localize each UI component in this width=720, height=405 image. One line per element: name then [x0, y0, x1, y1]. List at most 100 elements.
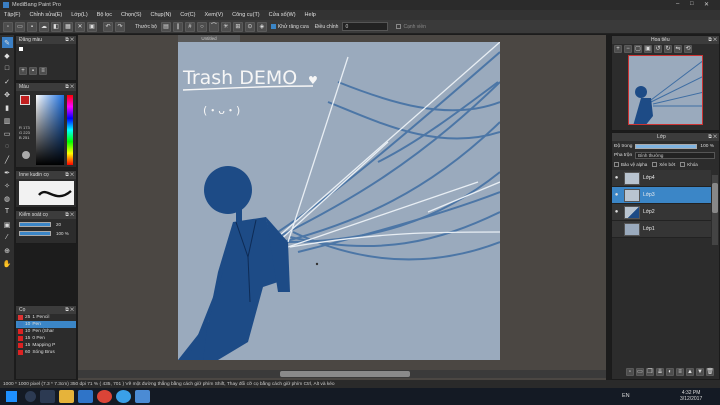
text-tool-icon[interactable]: T [2, 206, 13, 217]
cloud-icon[interactable]: ☁ [39, 21, 49, 32]
menu-tools[interactable]: Công cụ(T) [232, 12, 260, 18]
layer-row-selected[interactable]: ● Lớp3 [612, 187, 711, 205]
brush-item[interactable]: 60 Sóng Brus [16, 349, 76, 356]
ruler-sync-icon[interactable]: ◈ [256, 21, 267, 32]
eraser-tool-icon[interactable]: ◆ [2, 50, 13, 61]
flip-icon[interactable]: ⇋ [674, 45, 682, 53]
ruler-icon[interactable]: ▤ [160, 21, 171, 32]
ruler-radial-icon[interactable]: ✳ [220, 21, 231, 32]
transform-icon[interactable]: ▣ [87, 21, 97, 32]
ruler-grid-icon[interactable]: # [184, 21, 195, 32]
rotate-right-icon[interactable]: ↻ [664, 45, 672, 53]
layer-row[interactable]: ● Lớp4 [612, 170, 711, 188]
new-file-icon[interactable]: ▫ [3, 21, 13, 32]
rotate-left-icon[interactable]: ↺ [654, 45, 662, 53]
brush-list-icon[interactable]: ≡ [39, 67, 47, 75]
merge-layer-icon[interactable]: ⇊ [656, 368, 664, 376]
rect-select-icon[interactable]: □ [2, 63, 13, 74]
blur-tool-icon[interactable]: ◍ [2, 193, 13, 204]
actual-size-icon[interactable]: ▣ [644, 45, 652, 53]
mask-icon[interactable]: ◐ [666, 368, 674, 376]
clipping-checkbox[interactable]: Xén bớt [652, 162, 675, 168]
add-folder-icon[interactable]: ▭ [636, 368, 644, 376]
stabilizer-select[interactable]: 0 [342, 22, 389, 31]
pen-tool-icon[interactable]: ✒ [2, 167, 13, 178]
brush-item[interactable]: 15 0 Pen [16, 335, 76, 342]
lasso-tool-icon[interactable]: ◌ [2, 141, 13, 152]
layer-up-icon[interactable]: ▲ [686, 368, 694, 376]
brush-add-icon[interactable]: + [19, 67, 27, 75]
minimize-icon[interactable]: ‒ [676, 1, 679, 7]
hue-strip[interactable] [67, 95, 73, 165]
protect-alpha-checkbox[interactable]: Bảo vệ alpha [614, 162, 647, 168]
frame-tool-icon[interactable]: ▣ [2, 219, 13, 230]
shape-tool-icon[interactable]: ▭ [2, 128, 13, 139]
layer-scrollbar[interactable] [712, 175, 718, 245]
magic-wand-icon[interactable]: ✧ [2, 180, 13, 191]
check-icon[interactable]: ✓ [2, 76, 13, 87]
menu-window[interactable]: Cửa sổ(W) [269, 12, 296, 18]
eye-icon[interactable]: ● [612, 192, 621, 198]
save-icon[interactable]: ▪ [27, 21, 37, 32]
file-explorer-icon[interactable] [59, 390, 74, 403]
gradient-tool-icon[interactable]: ▥ [2, 115, 13, 126]
menu-help[interactable]: Help [305, 12, 316, 18]
menu-file[interactable]: Tập(F) [4, 12, 21, 18]
reset-icon[interactable]: ⟲ [684, 45, 692, 53]
share-icon[interactable]: ◧ [51, 21, 61, 32]
search-icon[interactable] [25, 391, 36, 402]
primary-color-swatch[interactable] [20, 95, 30, 105]
brush-item[interactable]: 15 Mapping P [16, 342, 76, 349]
zoom-in-icon[interactable]: + [614, 45, 622, 53]
menu-select[interactable]: Chọn(S) [121, 12, 141, 18]
fit-icon[interactable]: ▢ [634, 45, 642, 53]
menu-view[interactable]: Xem(V) [204, 12, 223, 18]
ie-icon[interactable] [116, 390, 131, 403]
eye-icon[interactable]: ● [612, 209, 621, 215]
brush-delete-icon[interactable]: ▪ [29, 67, 37, 75]
layer-down-icon[interactable]: ▼ [696, 368, 704, 376]
brush-item[interactable]: 25 1 Pencil [16, 314, 76, 321]
line-tool-icon[interactable]: ╱ [2, 154, 13, 165]
scrollbar-thumb[interactable] [280, 371, 410, 377]
add-layer-icon[interactable]: ▫ [626, 368, 634, 376]
drawing-canvas[interactable]: Trash DEMO ♥ (・ᴗ・) [178, 42, 500, 360]
menu-base[interactable]: Cơ(C) [180, 12, 195, 18]
blend-select[interactable]: Bình thường [635, 152, 716, 159]
zoom-tool-icon[interactable]: ⊕ [2, 245, 13, 256]
store-icon[interactable] [78, 390, 93, 403]
menu-layer[interactable]: Lớp(L) [71, 12, 87, 18]
menu-capture[interactable]: Chụp(N) [150, 12, 171, 18]
undo-icon[interactable]: ↶ [103, 21, 113, 32]
layer-opacity-slider[interactable] [635, 144, 698, 149]
close-icon[interactable]: ✕ [704, 1, 709, 8]
open-icon[interactable]: ▭ [15, 21, 25, 32]
ruler-curve-icon[interactable]: ⌒ [208, 21, 219, 32]
layer-menu-icon[interactable]: ≡ [676, 368, 684, 376]
ruler-parallel-icon[interactable]: ∥ [172, 21, 183, 32]
eye-icon[interactable]: ● [612, 175, 621, 181]
redo-icon[interactable]: ↷ [115, 21, 125, 32]
ruler-perspective-icon[interactable]: ⊞ [232, 21, 243, 32]
fill-tool-icon[interactable]: ▮ [2, 102, 13, 113]
opacity-slider[interactable] [19, 231, 51, 236]
brush-item[interactable]: 10 Pen [16, 321, 76, 328]
brush-item[interactable]: 10 Pen (Shar [16, 328, 76, 335]
zoom-out-icon[interactable]: − [624, 45, 632, 53]
color-square[interactable] [36, 95, 64, 165]
layer-row[interactable]: Lớp1 [612, 221, 711, 239]
task-view-icon[interactable] [40, 390, 55, 403]
delete-layer-icon[interactable]: 🗑 [706, 368, 714, 376]
size-slider[interactable] [19, 222, 51, 227]
palette-icon[interactable] [22, 151, 30, 159]
menu-filter[interactable]: Bộ lọc [97, 12, 112, 18]
ruler-circle-icon[interactable]: ○ [196, 21, 207, 32]
tray-language[interactable]: EN [622, 393, 630, 399]
layer-row[interactable]: ● Lớp2 [612, 204, 711, 222]
maximize-icon[interactable]: □ [690, 1, 694, 7]
lock-checkbox[interactable]: Khóa [680, 162, 698, 168]
edge-checkbox[interactable]: Cạnh viền [396, 24, 426, 30]
chrome-icon[interactable] [97, 390, 112, 403]
move-tool-icon[interactable]: ✥ [2, 89, 13, 100]
ruler-vanish-icon[interactable]: ⊙ [244, 21, 255, 32]
